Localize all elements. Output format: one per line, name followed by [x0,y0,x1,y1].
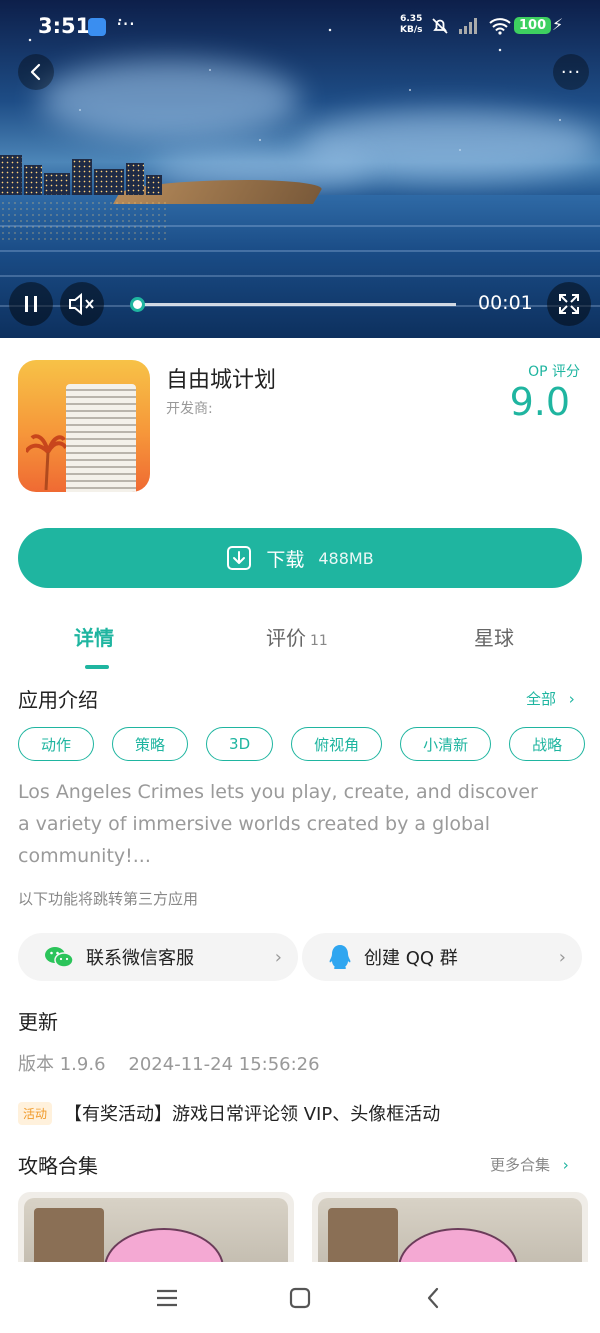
guides-more-link[interactable]: 更多合集 › [490,1154,569,1175]
activity-banner[interactable]: 活动 【有奖活动】游戏日常评论领 VIP、头像框活动 [18,1100,440,1126]
tab-bar: 详情 评价 11 星球 [0,622,600,672]
qq-icon [329,945,351,969]
chevron-right-icon: › [274,946,282,968]
tab-count: 11 [310,633,328,649]
video-cloud [40,60,300,140]
intro-all-link[interactable]: 全部 › [526,688,575,709]
video-progress-knob[interactable] [130,297,145,312]
charging-icon: ⚡ [552,15,564,34]
intro-title: 应用介绍 [18,688,98,712]
tag-list: 动作 策略 3D 俯视角 小清新 战略 [18,727,586,761]
square-icon [289,1287,311,1308]
download-label: 下载 [266,548,305,571]
tab-reviews[interactable]: 评价 11 [266,622,328,651]
more-options-button[interactable]: ··· [553,54,589,90]
tab-label: 星球 [474,626,514,650]
network-speed-unit: KB/s [400,25,423,35]
tag-chip[interactable]: 俯视角 [291,727,383,761]
recents-button[interactable] [152,1283,182,1313]
guides-title: 攻略合集 [18,1154,98,1178]
menu-icon [156,1289,177,1306]
tower-graphic [66,384,136,492]
speaker-muted-icon [69,292,94,316]
qq-link-label: 创建 QQ 群 [364,948,458,969]
chevron-left-icon [30,63,41,81]
tag-label: 战略 [532,735,563,754]
network-speed-value: 6.35 [400,14,423,24]
tag-chip[interactable]: 小清新 [400,727,492,761]
mute-button[interactable] [60,282,104,326]
status-time: 3:51 [38,14,91,38]
back-button[interactable] [18,54,54,90]
message-notification-icon [88,18,106,36]
guides-more-label: 更多合集 [490,1156,551,1174]
tag-label: 策略 [135,735,166,754]
activity-text: 【有奖活动】游戏日常评论领 VIP、头像框活动 [64,1104,441,1125]
system-back-button[interactable] [418,1283,448,1313]
tag-label: 动作 [41,735,72,754]
wechat-link-label: 联系微信客服 [86,948,194,969]
wechat-icon [45,947,74,968]
tag-label: 俯视角 [314,735,360,754]
tag-chip[interactable]: 动作 [18,727,95,761]
wifi-icon [489,18,511,35]
tag-chip[interactable]: 3D [206,727,274,761]
tab-label: 详情 [74,626,114,650]
tab-label: 评价 [266,626,306,650]
palm-tree-graphic [26,434,66,490]
activity-badge: 活动 [18,1101,53,1125]
download-icon [227,546,252,570]
wechat-service-link[interactable]: 联系微信客服 › [18,933,298,981]
back-arrow-icon [428,1287,439,1308]
update-title: 更新 [18,1010,58,1034]
app-developer: 开发商: [166,401,213,417]
video-city [0,150,170,195]
cellular-signal-icon [459,18,477,34]
pause-icon [25,296,37,312]
app-name: 自由城计划 [166,368,277,393]
more-dots-icon: ··· [560,61,582,83]
score-label: OP 评分 [528,364,580,380]
network-speed: 6.35 KB/s [400,14,422,36]
tag-label: 3D [229,735,251,753]
bell-muted-icon [432,18,448,34]
download-size: 488MB [318,548,374,568]
tab-details[interactable]: 详情 [74,622,114,651]
score-value: 9.0 [509,380,570,424]
pause-button[interactable] [9,282,53,326]
tag-chip[interactable]: 策略 [112,727,189,761]
system-nav-bar [0,1262,600,1333]
third-party-note: 以下功能将跳转第三方应用 [18,890,199,908]
chevron-right-icon: › [568,690,575,708]
status-bar: 3:51 ··· 6.35 KB/s 100 ⚡ [0,0,600,56]
app-icon [18,360,150,492]
video-city-reflection [0,200,170,240]
app-description[interactable]: Los Angeles Crimes lets you play, create… [18,776,548,872]
download-button[interactable]: 下载 488MB [18,528,582,588]
intro-all-label: 全部 [526,690,557,708]
video-progress-bar[interactable] [130,297,456,312]
tab-active-indicator [85,665,109,669]
video-player[interactable]: 3:51 ··· 6.35 KB/s 100 ⚡ ··· 00:01 [0,0,600,338]
status-more-dots: ··· [116,12,136,36]
tag-label: 小清新 [423,735,469,754]
chevron-right-icon: › [558,946,566,968]
video-time: 00:01 [478,292,533,314]
status-icons [430,16,512,36]
battery-indicator: 100 [514,17,552,34]
tag-chip[interactable]: 战略 [509,727,586,761]
fullscreen-button[interactable] [547,282,591,326]
version-info: 版本 1.9.6 2024-11-24 15:56:26 [18,1054,320,1075]
home-button[interactable] [285,1283,315,1313]
chevron-right-icon: › [562,1156,569,1174]
qq-group-link[interactable]: 创建 QQ 群 › [302,933,582,981]
tab-planet[interactable]: 星球 [474,622,514,651]
fullscreen-icon [559,294,579,314]
